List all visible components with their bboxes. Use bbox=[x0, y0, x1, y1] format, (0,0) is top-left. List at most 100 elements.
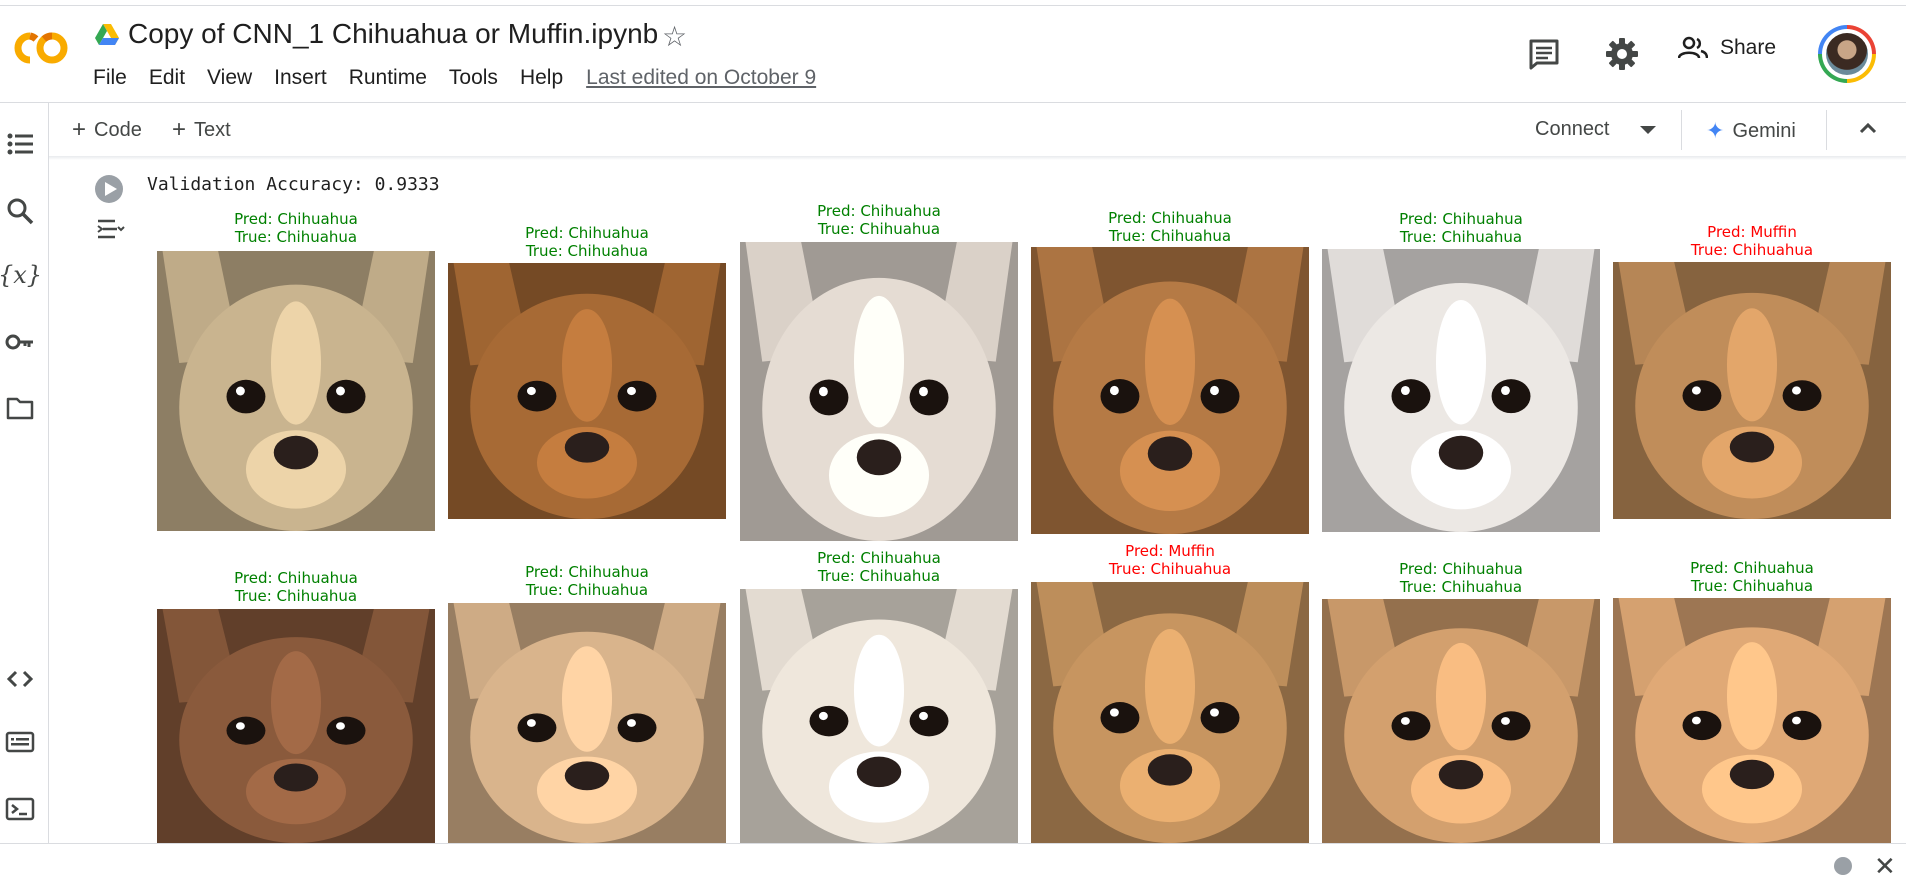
left-sidebar: {x} bbox=[0, 103, 49, 843]
pred-label: Pred: Chihuahua bbox=[1399, 560, 1523, 578]
share-button[interactable]: Share bbox=[1678, 36, 1776, 60]
user-avatar[interactable] bbox=[1818, 25, 1876, 83]
gemini-label: Gemini bbox=[1732, 119, 1796, 142]
search-icon[interactable] bbox=[2, 195, 38, 227]
pred-label: Pred: Chihuahua bbox=[817, 202, 941, 220]
true-label: True: Chihuahua bbox=[525, 242, 649, 260]
dog-image bbox=[1322, 599, 1600, 843]
connect-button[interactable]: Connect bbox=[1535, 118, 1610, 141]
star-outline-icon[interactable]: ☆ bbox=[662, 20, 687, 53]
menu-view[interactable]: View bbox=[207, 66, 252, 90]
pred-label: Pred: Chihuahua bbox=[234, 569, 358, 587]
terminal-icon[interactable] bbox=[2, 793, 38, 825]
add-text-label: Text bbox=[194, 119, 231, 141]
toolbar-shadow bbox=[49, 156, 1906, 160]
true-label: True: Chihuahua bbox=[1399, 228, 1523, 246]
true-label: True: Chihuahua bbox=[525, 581, 649, 599]
status-dot-icon bbox=[1834, 857, 1852, 875]
menu-file[interactable]: File bbox=[93, 66, 127, 90]
prediction-tile: Pred: Chihuahua True: Chihuahua bbox=[157, 569, 435, 843]
pred-label: Pred: Chihuahua bbox=[1399, 210, 1523, 228]
notebook-title[interactable]: Copy of CNN_1 Chihuahua or Muffin.ipynb bbox=[128, 18, 658, 50]
close-icon[interactable]: ✕ bbox=[1874, 853, 1896, 879]
prediction-tile: Pred: Chihuahua True: Chihuahua bbox=[740, 202, 1018, 541]
dog-image bbox=[448, 603, 726, 843]
prediction-tile: Pred: Chihuahua True: Chihuahua bbox=[157, 210, 435, 531]
true-label: True: Chihuahua bbox=[234, 587, 358, 605]
true-label: True: Chihuahua bbox=[1690, 577, 1814, 595]
folder-icon[interactable] bbox=[2, 392, 38, 424]
avatar-photo bbox=[1826, 33, 1868, 75]
true-label: True: Chihuahua bbox=[817, 220, 941, 238]
share-label: Share bbox=[1720, 36, 1777, 59]
colab-logo[interactable] bbox=[8, 28, 72, 68]
chevron-down-icon[interactable] bbox=[1640, 126, 1656, 134]
toolbar-divider bbox=[1681, 110, 1682, 150]
gemini-button[interactable]: ✦ Gemini bbox=[1706, 118, 1796, 144]
header-divider bbox=[0, 102, 1906, 103]
menu-insert[interactable]: Insert bbox=[274, 66, 327, 90]
pred-label: Pred: Chihuahua bbox=[1690, 559, 1814, 577]
dog-image bbox=[1031, 582, 1309, 843]
prediction-tile: Pred: Muffin True: Chihuahua bbox=[1031, 542, 1309, 843]
menu-tools[interactable]: Tools bbox=[449, 66, 498, 90]
output-actions-icon[interactable] bbox=[95, 216, 125, 244]
plus-icon: + bbox=[72, 116, 87, 143]
people-icon bbox=[1678, 36, 1708, 59]
true-label: True: Chihuahua bbox=[1399, 578, 1523, 596]
menu-edit[interactable]: Edit bbox=[149, 66, 185, 90]
menu-runtime[interactable]: Runtime bbox=[349, 66, 427, 90]
pred-label: Pred: Muffin bbox=[1707, 223, 1797, 241]
true-label: True: Chihuahua bbox=[1690, 241, 1814, 259]
table-of-contents-icon[interactable] bbox=[2, 128, 38, 160]
true-label: True: Chihuahua bbox=[234, 228, 358, 246]
command-palette-icon[interactable] bbox=[2, 726, 38, 758]
prediction-tile: Pred: Chihuahua True: Chihuahua bbox=[1322, 210, 1600, 532]
plus-icon: + bbox=[172, 116, 187, 143]
dog-image bbox=[740, 242, 1018, 541]
gemini-sparkle-icon: ✦ bbox=[1706, 118, 1725, 143]
dog-image bbox=[1613, 262, 1891, 519]
gear-icon[interactable] bbox=[1604, 36, 1640, 72]
dog-image bbox=[1322, 249, 1600, 532]
pred-label: Pred: Chihuahua bbox=[1108, 209, 1232, 227]
pred-label: Pred: Chihuahua bbox=[817, 549, 941, 567]
last-edited-link[interactable]: Last edited on October 9 bbox=[586, 66, 816, 90]
prediction-tile: Pred: Chihuahua True: Chihuahua bbox=[1031, 209, 1309, 534]
prediction-tile: Pred: Chihuahua True: Chihuahua bbox=[448, 224, 726, 519]
menu-bar: File Edit View Insert Runtime Tools Help… bbox=[93, 66, 816, 90]
dog-image bbox=[157, 609, 435, 843]
add-code-label: Code bbox=[94, 119, 142, 141]
prediction-tile: Pred: Muffin True: Chihuahua bbox=[1613, 223, 1891, 519]
run-cell-icon[interactable] bbox=[94, 174, 124, 204]
key-icon[interactable] bbox=[2, 326, 38, 358]
window-top-border bbox=[0, 0, 1906, 6]
cell-output-text: Validation Accuracy: 0.9333 bbox=[147, 174, 440, 195]
add-code-button[interactable]: + Code bbox=[72, 116, 142, 144]
add-text-button[interactable]: + Text bbox=[172, 116, 231, 144]
true-label: True: Chihuahua bbox=[1108, 227, 1232, 245]
dog-image bbox=[448, 263, 726, 519]
true-label: True: Chihuahua bbox=[1108, 560, 1232, 578]
pred-label: Pred: Chihuahua bbox=[525, 563, 649, 581]
pred-label: Pred: Chihuahua bbox=[234, 210, 358, 228]
true-label: True: Chihuahua bbox=[817, 567, 941, 585]
status-bar bbox=[0, 843, 1906, 890]
google-drive-icon[interactable] bbox=[95, 24, 119, 46]
prediction-tile: Pred: Chihuahua True: Chihuahua bbox=[740, 549, 1018, 843]
menu-help[interactable]: Help bbox=[520, 66, 563, 90]
code-snippets-icon[interactable] bbox=[2, 663, 38, 695]
dog-image bbox=[1613, 598, 1891, 843]
variables-icon[interactable]: {x} bbox=[0, 259, 42, 291]
prediction-tile: Pred: Chihuahua True: Chihuahua bbox=[1322, 560, 1600, 843]
prediction-tile: Pred: Chihuahua True: Chihuahua bbox=[1613, 559, 1891, 843]
pred-label: Pred: Muffin bbox=[1125, 542, 1215, 560]
toolbar-divider bbox=[1826, 110, 1827, 150]
dog-image bbox=[740, 589, 1018, 843]
dog-image bbox=[1031, 247, 1309, 534]
prediction-tile: Pred: Chihuahua True: Chihuahua bbox=[448, 563, 726, 843]
comment-icon[interactable] bbox=[1526, 36, 1562, 72]
pred-label: Pred: Chihuahua bbox=[525, 224, 649, 242]
chevron-up-icon[interactable] bbox=[1856, 116, 1880, 140]
dog-image bbox=[157, 251, 435, 531]
